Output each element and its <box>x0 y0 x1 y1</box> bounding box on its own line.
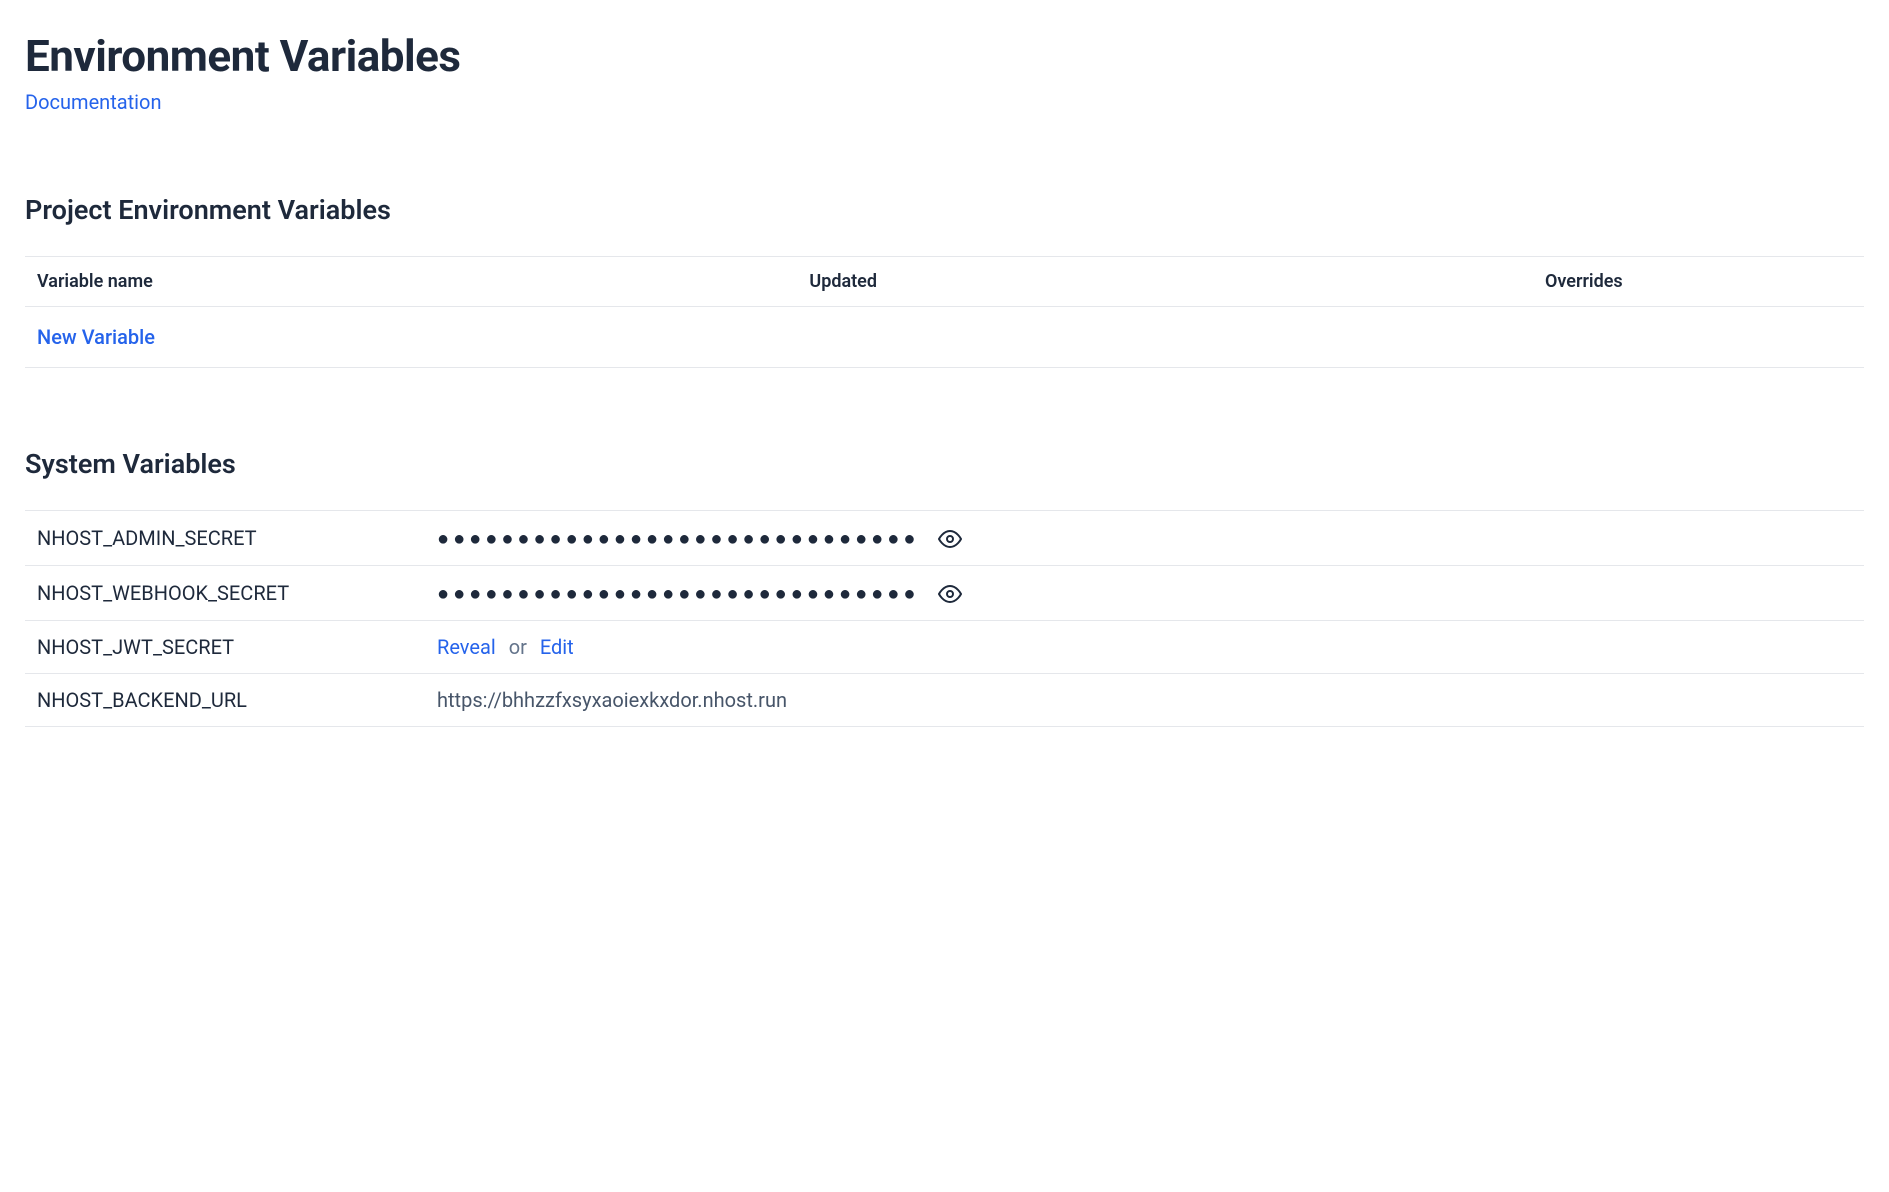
system-vars-heading: System Variables <box>25 448 1864 480</box>
masked-secret-value: ●●●●●●●●●●●●●●●●●●●●●●●●●●●●●● <box>437 526 919 551</box>
documentation-link[interactable]: Documentation <box>25 90 162 114</box>
page-title: Environment Variables <box>25 30 1864 82</box>
system-var-row: NHOST_ADMIN_SECRET ●●●●●●●●●●●●●●●●●●●●●… <box>25 511 1864 566</box>
new-variable-row: New Variable <box>25 307 1864 368</box>
var-name: NHOST_JWT_SECRET <box>25 621 425 674</box>
project-env-vars-heading: Project Environment Variables <box>25 194 1864 226</box>
project-variables-table: Variable name Updated Overrides New Vari… <box>25 256 1864 368</box>
new-variable-link[interactable]: New Variable <box>37 325 155 349</box>
var-name: NHOST_BACKEND_URL <box>25 674 425 727</box>
column-header-overrides: Overrides <box>1533 257 1864 307</box>
system-var-row: NHOST_JWT_SECRET Reveal or Edit <box>25 621 1864 674</box>
system-variables-table: NHOST_ADMIN_SECRET ●●●●●●●●●●●●●●●●●●●●●… <box>25 510 1864 727</box>
var-name: NHOST_WEBHOOK_SECRET <box>25 566 425 621</box>
var-name: NHOST_ADMIN_SECRET <box>25 511 425 566</box>
reveal-link[interactable]: Reveal <box>437 635 496 659</box>
edit-link[interactable]: Edit <box>540 635 574 659</box>
column-header-name: Variable name <box>25 257 797 307</box>
backend-url-value: https://bhhzzfxsyxaoiexkxdor.nhost.run <box>437 688 787 712</box>
or-separator: or <box>509 635 527 659</box>
column-header-updated: Updated <box>797 257 1533 307</box>
eye-icon[interactable] <box>938 582 962 606</box>
eye-icon[interactable] <box>938 527 962 551</box>
system-var-row: NHOST_WEBHOOK_SECRET ●●●●●●●●●●●●●●●●●●●… <box>25 566 1864 621</box>
masked-secret-value: ●●●●●●●●●●●●●●●●●●●●●●●●●●●●●● <box>437 581 919 606</box>
system-var-row: NHOST_BACKEND_URL https://bhhzzfxsyxaoie… <box>25 674 1864 727</box>
